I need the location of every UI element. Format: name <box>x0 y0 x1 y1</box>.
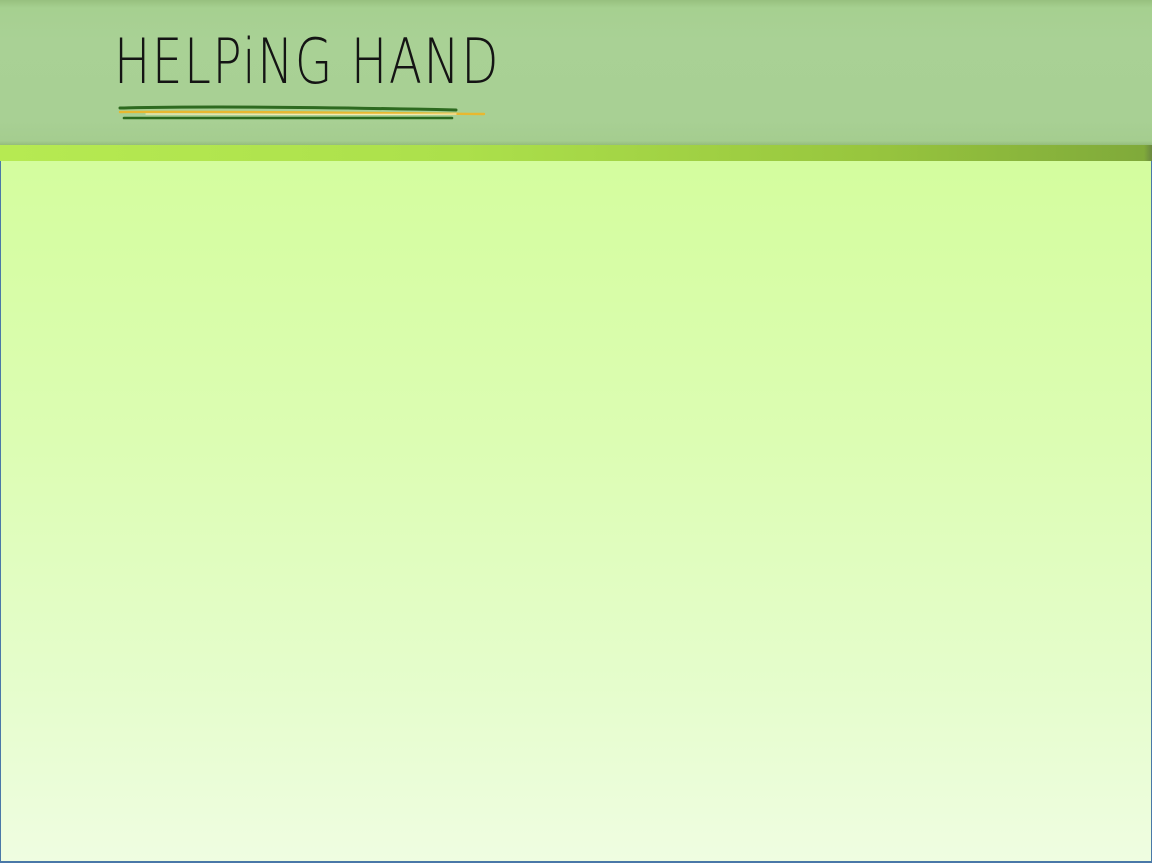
title-underline-decoration <box>118 105 486 120</box>
slide-canvas: HELPiNG HAND <box>0 0 1152 864</box>
header-band: HELPiNG HAND <box>0 0 1152 145</box>
content-area[interactable] <box>0 161 1152 863</box>
slide-title[interactable]: HELPiNG HAND <box>114 22 500 102</box>
accent-bar <box>0 145 1152 161</box>
